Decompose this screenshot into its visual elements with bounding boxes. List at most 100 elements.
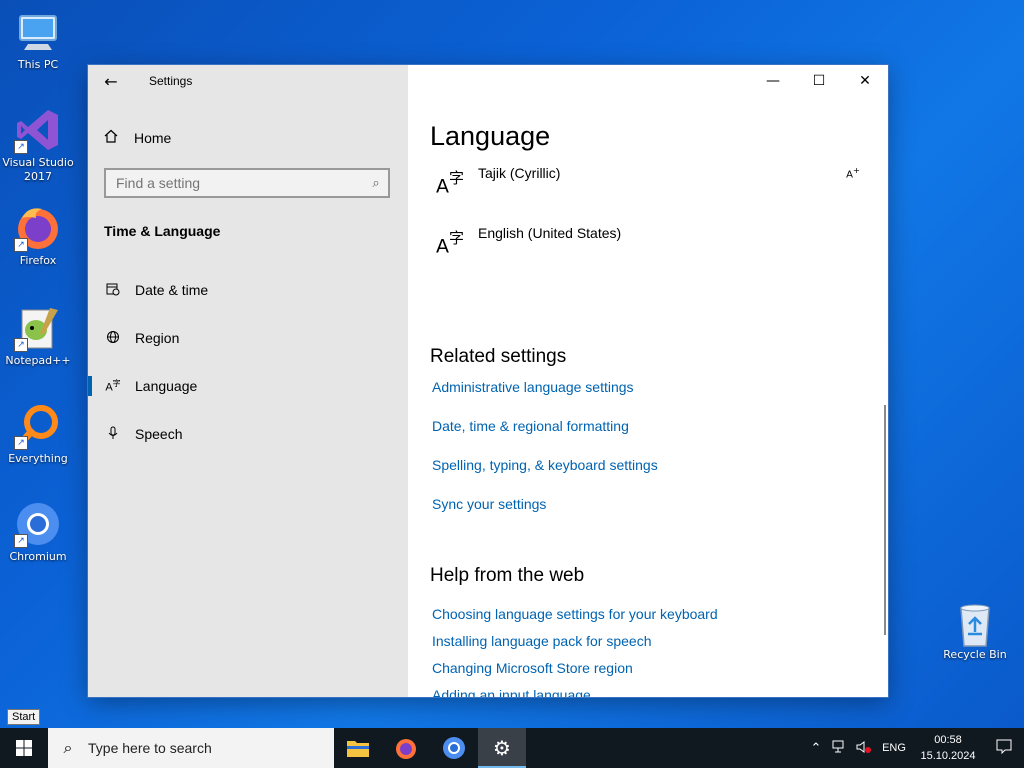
link-date-time-format[interactable]: Date, time & regional formatting — [432, 418, 629, 434]
minimize-icon: — — [766, 73, 780, 89]
maximize-button[interactable]: ☐ — [796, 65, 842, 97]
system-tray: ⌃ ENG 00:58 15.10.2024 — [804, 728, 1024, 768]
nav-item-label: Language — [135, 378, 198, 394]
shortcut-arrow-icon: ↗ — [14, 436, 28, 450]
language-indicator[interactable]: ENG — [876, 742, 912, 754]
related-settings-heading: Related settings — [430, 346, 567, 367]
firefox-icon: ↗ — [14, 204, 62, 252]
link-admin-language[interactable]: Administrative language settings — [432, 379, 634, 395]
link-spelling-typing[interactable]: Spelling, typing, & keyboard settings — [432, 457, 658, 473]
close-icon: ✕ — [859, 73, 871, 89]
shortcut-arrow-icon: ↗ — [14, 534, 28, 548]
desktop-icon-label: This PC — [17, 58, 59, 71]
nav-item-label: Region — [135, 330, 180, 346]
desktop-icon-this-pc[interactable]: This PC — [0, 8, 76, 72]
language-name: English (United States) — [478, 225, 622, 241]
desktop-icon-chromium[interactable]: ↗ Chromium — [0, 500, 76, 564]
settings-window: ← Settings Home ⌕ Time & Language Date &… — [88, 65, 888, 697]
visual-studio-icon: ↗ — [14, 106, 62, 154]
window-controls: — ☐ ✕ — [750, 65, 888, 97]
close-button[interactable]: ✕ — [842, 65, 888, 97]
shortcut-arrow-icon: ↗ — [14, 140, 28, 154]
taskbar-settings[interactable]: ⚙ — [478, 728, 526, 768]
folder-icon — [347, 741, 369, 757]
link-store-region[interactable]: Changing Microsoft Store region — [432, 660, 633, 676]
page-title: Language — [430, 121, 551, 151]
windows-logo-icon — [16, 740, 32, 756]
start-button[interactable] — [0, 728, 48, 768]
find-setting-search[interactable]: ⌕ — [104, 168, 390, 198]
home-icon — [104, 129, 120, 146]
title-bar: ← Settings — [88, 65, 408, 97]
notifications-icon[interactable] — [984, 738, 1024, 758]
desktop-icon-label: Recycle Bin — [943, 648, 1007, 661]
nav-section-heading: Time & Language — [104, 223, 221, 239]
nav-item-label: Date & time — [135, 282, 209, 298]
search-icon[interactable]: ⌕ — [364, 176, 388, 191]
desktop-icon-everything[interactable]: ↗ Everything — [0, 402, 76, 466]
nav-home[interactable]: Home — [104, 129, 171, 146]
search-icon: ⌕ — [63, 738, 73, 757]
taskbar-chromium[interactable] — [430, 728, 478, 768]
desktop-icon-notepadpp[interactable]: ↗ Notepad++ — [0, 304, 76, 368]
nav-item-label: Speech — [135, 426, 183, 442]
taskbar: ⌕ Type here to search ⚙ ⌃ ENG 00:58 15.1… — [0, 728, 1024, 768]
language-icon: A字 — [105, 379, 121, 394]
desktop-icon-label: Visual Studio 2017 — [2, 156, 74, 183]
desktop-icon-label: Firefox — [19, 254, 57, 267]
shortcut-arrow-icon: ↗ — [14, 338, 28, 352]
desktop-icon-visual-studio[interactable]: ↗ Visual Studio 2017 — [0, 106, 76, 184]
language-item-english[interactable]: A字 English (United States) — [430, 225, 860, 279]
back-button[interactable]: ← — [88, 65, 134, 97]
calendar-clock-icon — [104, 282, 122, 299]
gear-icon: ⚙ — [493, 736, 511, 760]
language-icon: A字 — [436, 229, 465, 258]
taskbar-search-box[interactable]: ⌕ Type here to search — [48, 728, 334, 768]
notepadpp-icon: ↗ — [14, 304, 62, 352]
taskbar-file-explorer[interactable] — [334, 728, 382, 768]
settings-content-pane: — ☐ ✕ Language A字 Tajik (Cyrillic) A+ A字… — [408, 65, 888, 697]
shortcut-arrow-icon: ↗ — [14, 238, 28, 252]
language-name: Tajik (Cyrillic) — [478, 165, 561, 181]
language-options-icon[interactable]: A+ — [846, 165, 860, 180]
language-item-tajik[interactable]: A字 Tajik (Cyrillic) A+ — [430, 165, 860, 219]
help-web-heading: Help from the web — [430, 565, 585, 586]
clock-date: 15.10.2024 — [920, 750, 976, 762]
content-scrollbar[interactable] — [884, 405, 886, 635]
clock-time: 00:58 — [934, 734, 962, 746]
everything-search-icon: ↗ — [14, 402, 62, 450]
link-keyboard-language[interactable]: Choosing language settings for your keyb… — [432, 606, 718, 622]
nav-item-speech[interactable]: Speech — [88, 414, 408, 454]
back-arrow-icon: ← — [104, 71, 118, 91]
microphone-icon — [104, 426, 122, 443]
clock[interactable]: 00:58 15.10.2024 — [912, 732, 984, 764]
link-input-language[interactable]: Adding an input language — [432, 687, 591, 697]
volume-muted-icon[interactable] — [852, 740, 876, 757]
recycle-bin-icon — [951, 602, 999, 648]
start-tooltip: Start — [7, 709, 41, 725]
link-speech-pack[interactable]: Installing language pack for speech — [432, 633, 651, 649]
language-icon: A字 — [436, 169, 465, 198]
settings-nav-pane: ← Settings Home ⌕ Time & Language Date &… — [88, 65, 408, 697]
chevron-up-icon[interactable]: ⌃ — [804, 740, 828, 756]
chromium-icon — [443, 737, 465, 759]
desktop-icon-recycle-bin[interactable]: Recycle Bin — [938, 602, 1012, 661]
chromium-icon: ↗ — [14, 500, 62, 548]
nav-item-date-time[interactable]: Date & time — [88, 270, 408, 310]
nav-item-language[interactable]: A字 Language — [88, 366, 408, 406]
minimize-button[interactable]: — — [750, 65, 796, 97]
nav-item-region[interactable]: Region — [88, 318, 408, 358]
maximize-icon: ☐ — [812, 73, 826, 89]
window-title: Settings — [149, 74, 193, 88]
find-setting-input[interactable] — [106, 174, 364, 192]
taskbar-search-placeholder: Type here to search — [88, 740, 212, 756]
taskbar-firefox[interactable] — [382, 728, 430, 768]
desktop-icon-label: Chromium — [9, 550, 67, 563]
desktop-icon-label: Everything — [8, 452, 68, 465]
link-sync-settings[interactable]: Sync your settings — [432, 496, 546, 512]
desktop-icon-firefox[interactable]: ↗ Firefox — [0, 204, 76, 268]
computer-icon — [14, 8, 62, 56]
globe-icon — [104, 330, 122, 347]
network-icon[interactable] — [828, 740, 852, 757]
firefox-icon — [396, 739, 416, 759]
